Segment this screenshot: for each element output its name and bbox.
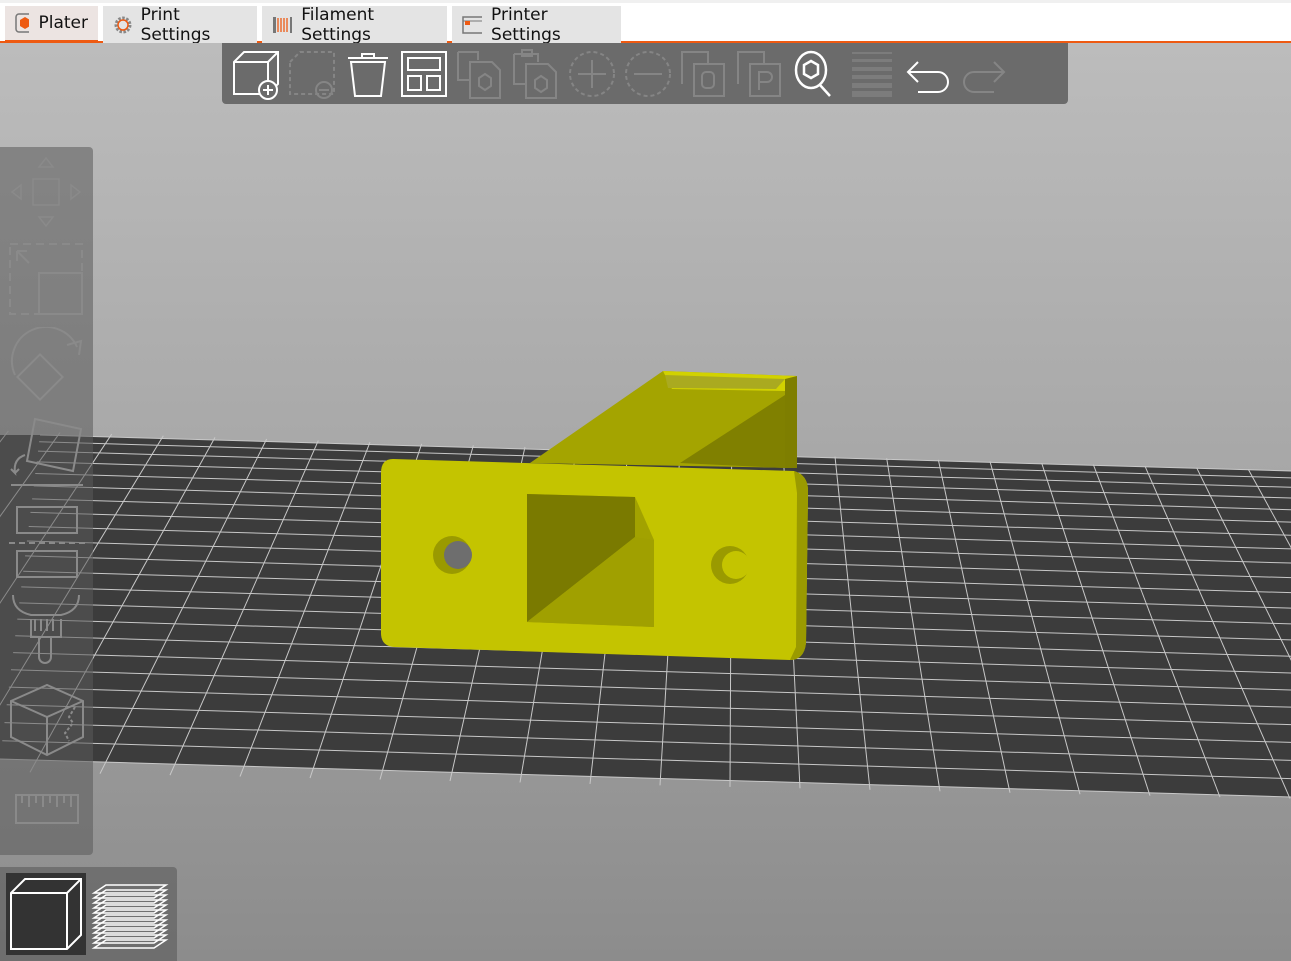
arrange-icon (401, 50, 447, 97)
search-icon (794, 50, 831, 97)
plus-icon (569, 50, 615, 97)
top-toolbar (222, 43, 1068, 104)
undo-icon (906, 60, 949, 93)
layer-stroke (91, 914, 169, 924)
plater-icon (15, 13, 30, 33)
undo-button[interactable] (900, 46, 956, 102)
split-parts-button[interactable] (732, 46, 788, 102)
copy-button[interactable] (452, 46, 508, 102)
layer-stroke (91, 919, 169, 929)
layers-preview-icon (91, 884, 169, 949)
printer-icon (462, 15, 483, 34)
layer-stroke (91, 929, 169, 939)
tab-plater[interactable]: Plater (5, 6, 98, 43)
add-object-button[interactable] (228, 46, 284, 102)
layer-stroke (91, 899, 169, 909)
split-objects-button[interactable] (676, 46, 732, 102)
add-cube-icon (233, 50, 279, 100)
filament-spool-icon (273, 16, 293, 33)
layer-stroke (91, 939, 169, 949)
split-objects-icon (681, 50, 725, 97)
layer-stroke (91, 904, 169, 914)
delete-all-button[interactable] (340, 46, 396, 102)
seam-painting-icon[interactable] (5, 679, 89, 759)
layer-stroke (91, 889, 169, 899)
copy-icon (457, 50, 501, 99)
paste-icon (513, 48, 557, 99)
view-switcher (0, 867, 177, 961)
remove-instance-button[interactable] (620, 46, 676, 102)
arrange-button[interactable] (396, 46, 452, 102)
rotate-tool-icon[interactable] (5, 327, 89, 407)
redo-button[interactable] (956, 46, 1012, 102)
scene (0, 371, 1291, 799)
delete-object-button[interactable] (284, 46, 340, 102)
layer-stroke (91, 884, 169, 894)
trash-icon (348, 52, 388, 97)
3d-view-button[interactable] (6, 873, 86, 955)
search-button[interactable] (788, 46, 844, 102)
tab-bar: Plater Print Settings Filament Settings … (0, 0, 1291, 45)
3d-canvas[interactable] (0, 43, 1291, 961)
gear-icon (114, 16, 132, 33)
redo-icon (963, 60, 1006, 93)
layer-stroke (91, 909, 169, 919)
layer-stroke (91, 924, 169, 934)
measure-tool-icon[interactable] (5, 787, 89, 831)
layer-stroke (91, 934, 169, 944)
layer-editing-button[interactable] (844, 46, 900, 102)
tab-printer-settings[interactable]: Printer Settings (452, 4, 621, 45)
cut-tool-icon[interactable] (5, 501, 89, 585)
gizmo-sidebar (0, 147, 93, 855)
preview-button[interactable] (90, 873, 170, 955)
remove-cube-icon (289, 50, 335, 99)
move-tool-icon[interactable] (5, 151, 89, 231)
layer-stroke (91, 894, 169, 904)
model-object[interactable] (381, 371, 808, 660)
tab-label: Plater (38, 13, 88, 33)
split-parts-icon (737, 50, 781, 97)
tab-label: Printer Settings (491, 4, 561, 45)
tab-label: Filament Settings (301, 4, 375, 45)
minus-icon (625, 50, 671, 97)
tab-filament-settings[interactable]: Filament Settings (262, 4, 447, 45)
place-on-face-icon[interactable] (5, 413, 89, 493)
layers-icon (852, 51, 892, 97)
paint-supports-icon[interactable] (5, 591, 89, 671)
paste-button[interactable] (508, 46, 564, 102)
tab-label: Print Settings (140, 4, 211, 45)
scale-tool-icon[interactable] (5, 241, 89, 317)
tab-print-settings[interactable]: Print Settings (103, 4, 257, 45)
cube-icon (10, 878, 82, 950)
add-instance-button[interactable] (564, 46, 620, 102)
